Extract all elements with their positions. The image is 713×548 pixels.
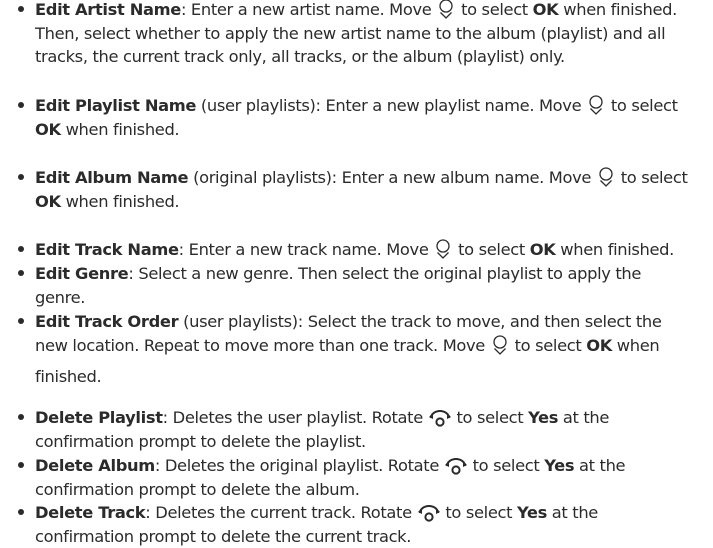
option-description: Edit Track Order (user playlists): Selec… <box>35 310 709 396</box>
manual-page: Edit Artist Name: Enter a new artist nam… <box>0 0 713 523</box>
text-run: when finished. <box>555 240 674 259</box>
text-line: Delete Album: Deletes the original playl… <box>35 454 709 478</box>
text-run: : Enter a new artist name. Move <box>181 0 436 19</box>
bullet-icon <box>18 509 24 515</box>
text-run: at the <box>574 456 625 475</box>
option-description: Delete Playlist: Deletes the user playli… <box>35 406 709 453</box>
text-line: Delete Playlist: Deletes the user playli… <box>35 406 709 430</box>
text-line: confirmation prompt to delete the playli… <box>35 430 709 454</box>
bold-keyword: OK <box>35 120 61 139</box>
bold-keyword: OK <box>533 0 559 19</box>
text-line: OK when finished. <box>35 190 709 214</box>
option-description: Edit Artist Name: Enter a new artist nam… <box>35 0 709 69</box>
text-line: genre. <box>35 286 709 310</box>
text-line: Then, select whether to apply the new ar… <box>35 22 709 46</box>
joystick-down-icon <box>587 95 605 115</box>
bullet-icon <box>18 246 24 252</box>
bold-keyword: OK <box>586 336 612 355</box>
bold-keyword: Yes <box>517 503 547 522</box>
option-term: Edit Track Name <box>35 240 179 259</box>
text-run: new location. Repeat to move more than o… <box>35 336 490 355</box>
text-run: confirmation prompt to delete the playli… <box>35 432 366 451</box>
joystick-down-icon <box>437 0 455 19</box>
rotate-knob-icon <box>429 409 451 427</box>
bullet-icon <box>18 270 24 276</box>
option-description: Edit Track Name: Enter a new track name.… <box>35 238 709 262</box>
text-run: when finished. <box>558 0 677 19</box>
joystick-down-icon <box>597 167 615 187</box>
bold-keyword: Yes <box>544 456 574 475</box>
text-run: when finished. <box>61 120 180 139</box>
text-line: Edit Artist Name: Enter a new artist nam… <box>35 0 709 22</box>
bullet-icon <box>18 174 24 180</box>
joystick-down-icon <box>491 335 509 355</box>
text-run: : Select a new genre. Then select the or… <box>128 264 641 283</box>
text-line: tracks, the current track only, all trac… <box>35 45 709 69</box>
bullet-icon <box>18 6 24 12</box>
text-run: when finished. <box>61 192 180 211</box>
bullet-icon <box>18 102 24 108</box>
text-line: finished. <box>35 365 709 396</box>
text-run: Then, select whether to apply the new ar… <box>35 24 665 43</box>
bullet-icon <box>18 318 24 324</box>
bold-keyword: OK <box>530 240 556 259</box>
text-run: : Deletes the user playlist. Rotate <box>163 408 428 427</box>
text-line: Edit Playlist Name (user playlists): Ent… <box>35 94 709 118</box>
text-run: to select <box>453 240 529 259</box>
option-description: Delete Track: Deletes the current track.… <box>35 501 709 548</box>
text-run: to select <box>606 96 678 115</box>
option-term: Edit Playlist Name <box>35 96 196 115</box>
text-run: to select <box>468 456 544 475</box>
option-description: Edit Album Name (original playlists): En… <box>35 166 709 213</box>
option-term: Edit Artist Name <box>35 0 181 19</box>
option-term: Edit Track Order <box>35 312 178 331</box>
option-term: Delete Track <box>35 503 145 522</box>
option-description: Edit Genre: Select a new genre. Then sel… <box>35 262 709 309</box>
text-run: at the <box>547 503 598 522</box>
option-term: Delete Playlist <box>35 408 163 427</box>
text-run: to select <box>452 408 528 427</box>
option-description: Edit Playlist Name (user playlists): Ent… <box>35 94 709 141</box>
bold-keyword: Yes <box>528 408 558 427</box>
text-run: confirmation prompt to delete the curren… <box>35 527 411 546</box>
text-line: Edit Album Name (original playlists): En… <box>35 166 709 190</box>
text-line: OK when finished. <box>35 118 709 142</box>
text-run: : Enter a new track name. Move <box>179 240 434 259</box>
text-line: Edit Genre: Select a new genre. Then sel… <box>35 262 709 286</box>
text-run: tracks, the current track only, all trac… <box>35 47 565 66</box>
text-run: to select <box>456 0 532 19</box>
text-run: to select <box>616 168 688 187</box>
option-term: Edit Album Name <box>35 168 188 187</box>
text-run: : Deletes the original playlist. Rotate <box>155 456 444 475</box>
text-run: (original playlists): Enter a new album … <box>188 168 596 187</box>
text-run: confirmation prompt to delete the album. <box>35 480 360 499</box>
bullet-icon <box>18 462 24 468</box>
rotate-knob-icon <box>445 457 467 475</box>
joystick-down-icon <box>434 239 452 259</box>
text-run: : Deletes the current track. Rotate <box>145 503 416 522</box>
text-line: confirmation prompt to delete the album. <box>35 478 709 502</box>
text-line: Delete Track: Deletes the current track.… <box>35 501 709 525</box>
text-run: (user playlists): Enter a new playlist n… <box>196 96 586 115</box>
rotate-knob-icon <box>418 504 440 522</box>
text-run: finished. <box>35 367 101 386</box>
text-line: new location. Repeat to move more than o… <box>35 334 709 365</box>
text-line: confirmation prompt to delete the curren… <box>35 525 709 548</box>
text-run: at the <box>558 408 609 427</box>
text-run: to select <box>510 336 586 355</box>
option-description: Delete Album: Deletes the original playl… <box>35 454 709 501</box>
text-run: (user playlists): Select the track to mo… <box>178 312 661 331</box>
bold-keyword: OK <box>35 192 61 211</box>
text-run: when <box>612 336 659 355</box>
option-term: Delete Album <box>35 456 155 475</box>
text-run: genre. <box>35 288 85 307</box>
bullet-icon <box>18 414 24 420</box>
text-line: Edit Track Order (user playlists): Selec… <box>35 310 709 334</box>
option-term: Edit Genre <box>35 264 128 283</box>
text-line: Edit Track Name: Enter a new track name.… <box>35 238 709 262</box>
text-run: to select <box>441 503 517 522</box>
